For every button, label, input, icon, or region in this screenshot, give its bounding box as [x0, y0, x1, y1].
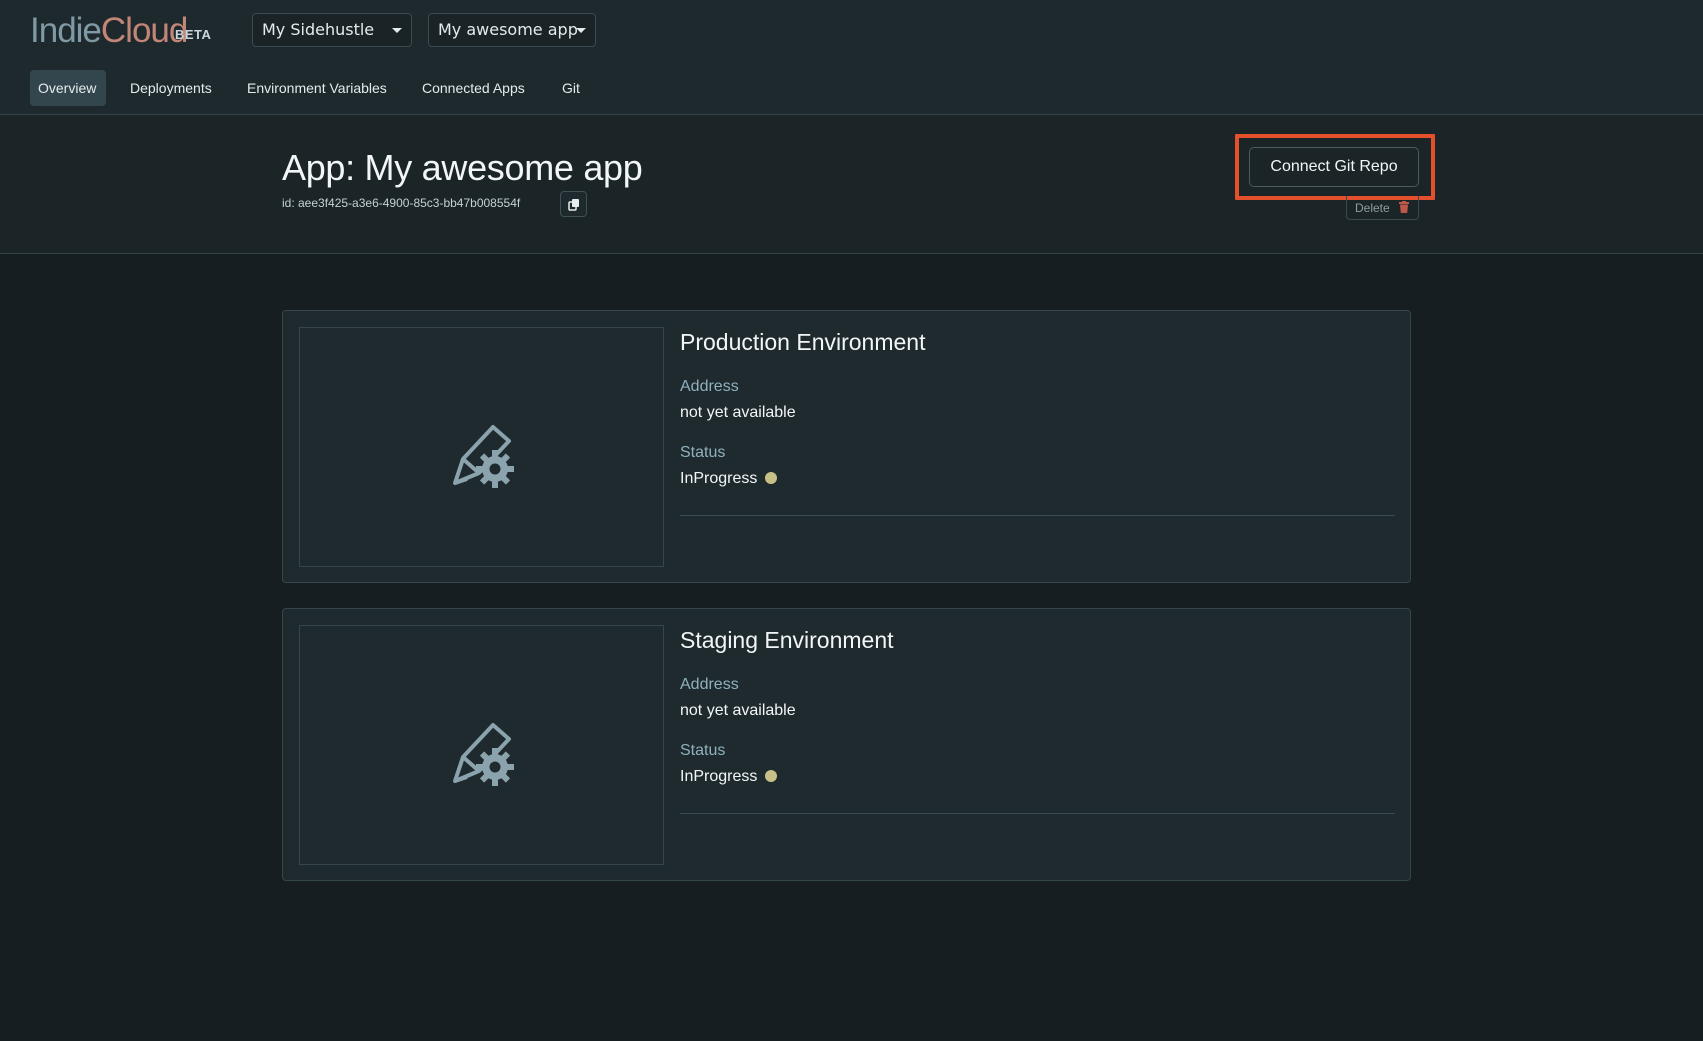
environment-image [299, 625, 664, 865]
address-value: not yet available [680, 702, 796, 719]
organization-selector[interactable]: My Sidehustle [252, 13, 412, 47]
pencil-gear-icon [453, 723, 514, 786]
tab-git[interactable]: Git [554, 70, 588, 106]
app-header: App: My awesome app id: aee3f425-a3e6-49… [0, 115, 1703, 254]
app-selector-value: My awesome app [438, 20, 578, 39]
tab-environment-variables[interactable]: Environment Variables [239, 70, 395, 106]
status-indicator-dot [765, 472, 778, 484]
tab-connected-apps[interactable]: Connected Apps [414, 70, 533, 106]
indiecloud-logo[interactable]: IndieCloud BETA [30, 10, 211, 52]
delete-app-button[interactable]: Delete [1346, 196, 1419, 220]
top-navigation-bar: IndieCloud BETA My Sidehustle My awesome… [0, 0, 1703, 115]
logo-indie-text: Indie [30, 11, 102, 50]
divider [680, 515, 1395, 516]
environment-title: Staging Environment [680, 627, 894, 653]
caret-down-icon [576, 28, 586, 33]
status-value: InProgress [680, 768, 758, 785]
beta-badge: BETA [175, 27, 212, 42]
connect-git-repo-button[interactable]: Connect Git Repo [1249, 147, 1419, 187]
page-title: App: My awesome app [282, 147, 643, 188]
environment-image [299, 327, 664, 567]
app-selector[interactable]: My awesome app [428, 13, 596, 47]
production-environment-card[interactable]: Production Environment Address not yet a… [282, 310, 1411, 583]
app-id-text: id: aee3f425-a3e6-4900-85c3-bb47b008554f [282, 196, 521, 210]
status-indicator-dot [765, 770, 778, 782]
address-label: Address [680, 378, 739, 395]
organization-selector-value: My Sidehustle [262, 20, 375, 39]
divider [680, 813, 1395, 814]
trash-icon [1399, 201, 1409, 213]
tab-deployments[interactable]: Deployments [122, 70, 220, 106]
address-value: not yet available [680, 404, 796, 421]
staging-environment-card[interactable]: Staging Environment Address not yet avai… [282, 608, 1411, 881]
tab-overview[interactable]: Overview [30, 70, 106, 106]
status-value-row: InProgress [680, 470, 778, 488]
caret-down-icon [392, 28, 402, 33]
address-label: Address [680, 676, 739, 693]
pencil-gear-icon [453, 425, 514, 488]
copy-icon [568, 199, 579, 211]
status-label: Status [680, 444, 726, 461]
delete-label: Delete [1355, 201, 1390, 215]
environment-title: Production Environment [680, 329, 926, 355]
copy-id-button[interactable] [560, 191, 587, 217]
status-value-row: InProgress [680, 768, 778, 786]
status-value: InProgress [680, 470, 758, 487]
status-label: Status [680, 742, 726, 759]
